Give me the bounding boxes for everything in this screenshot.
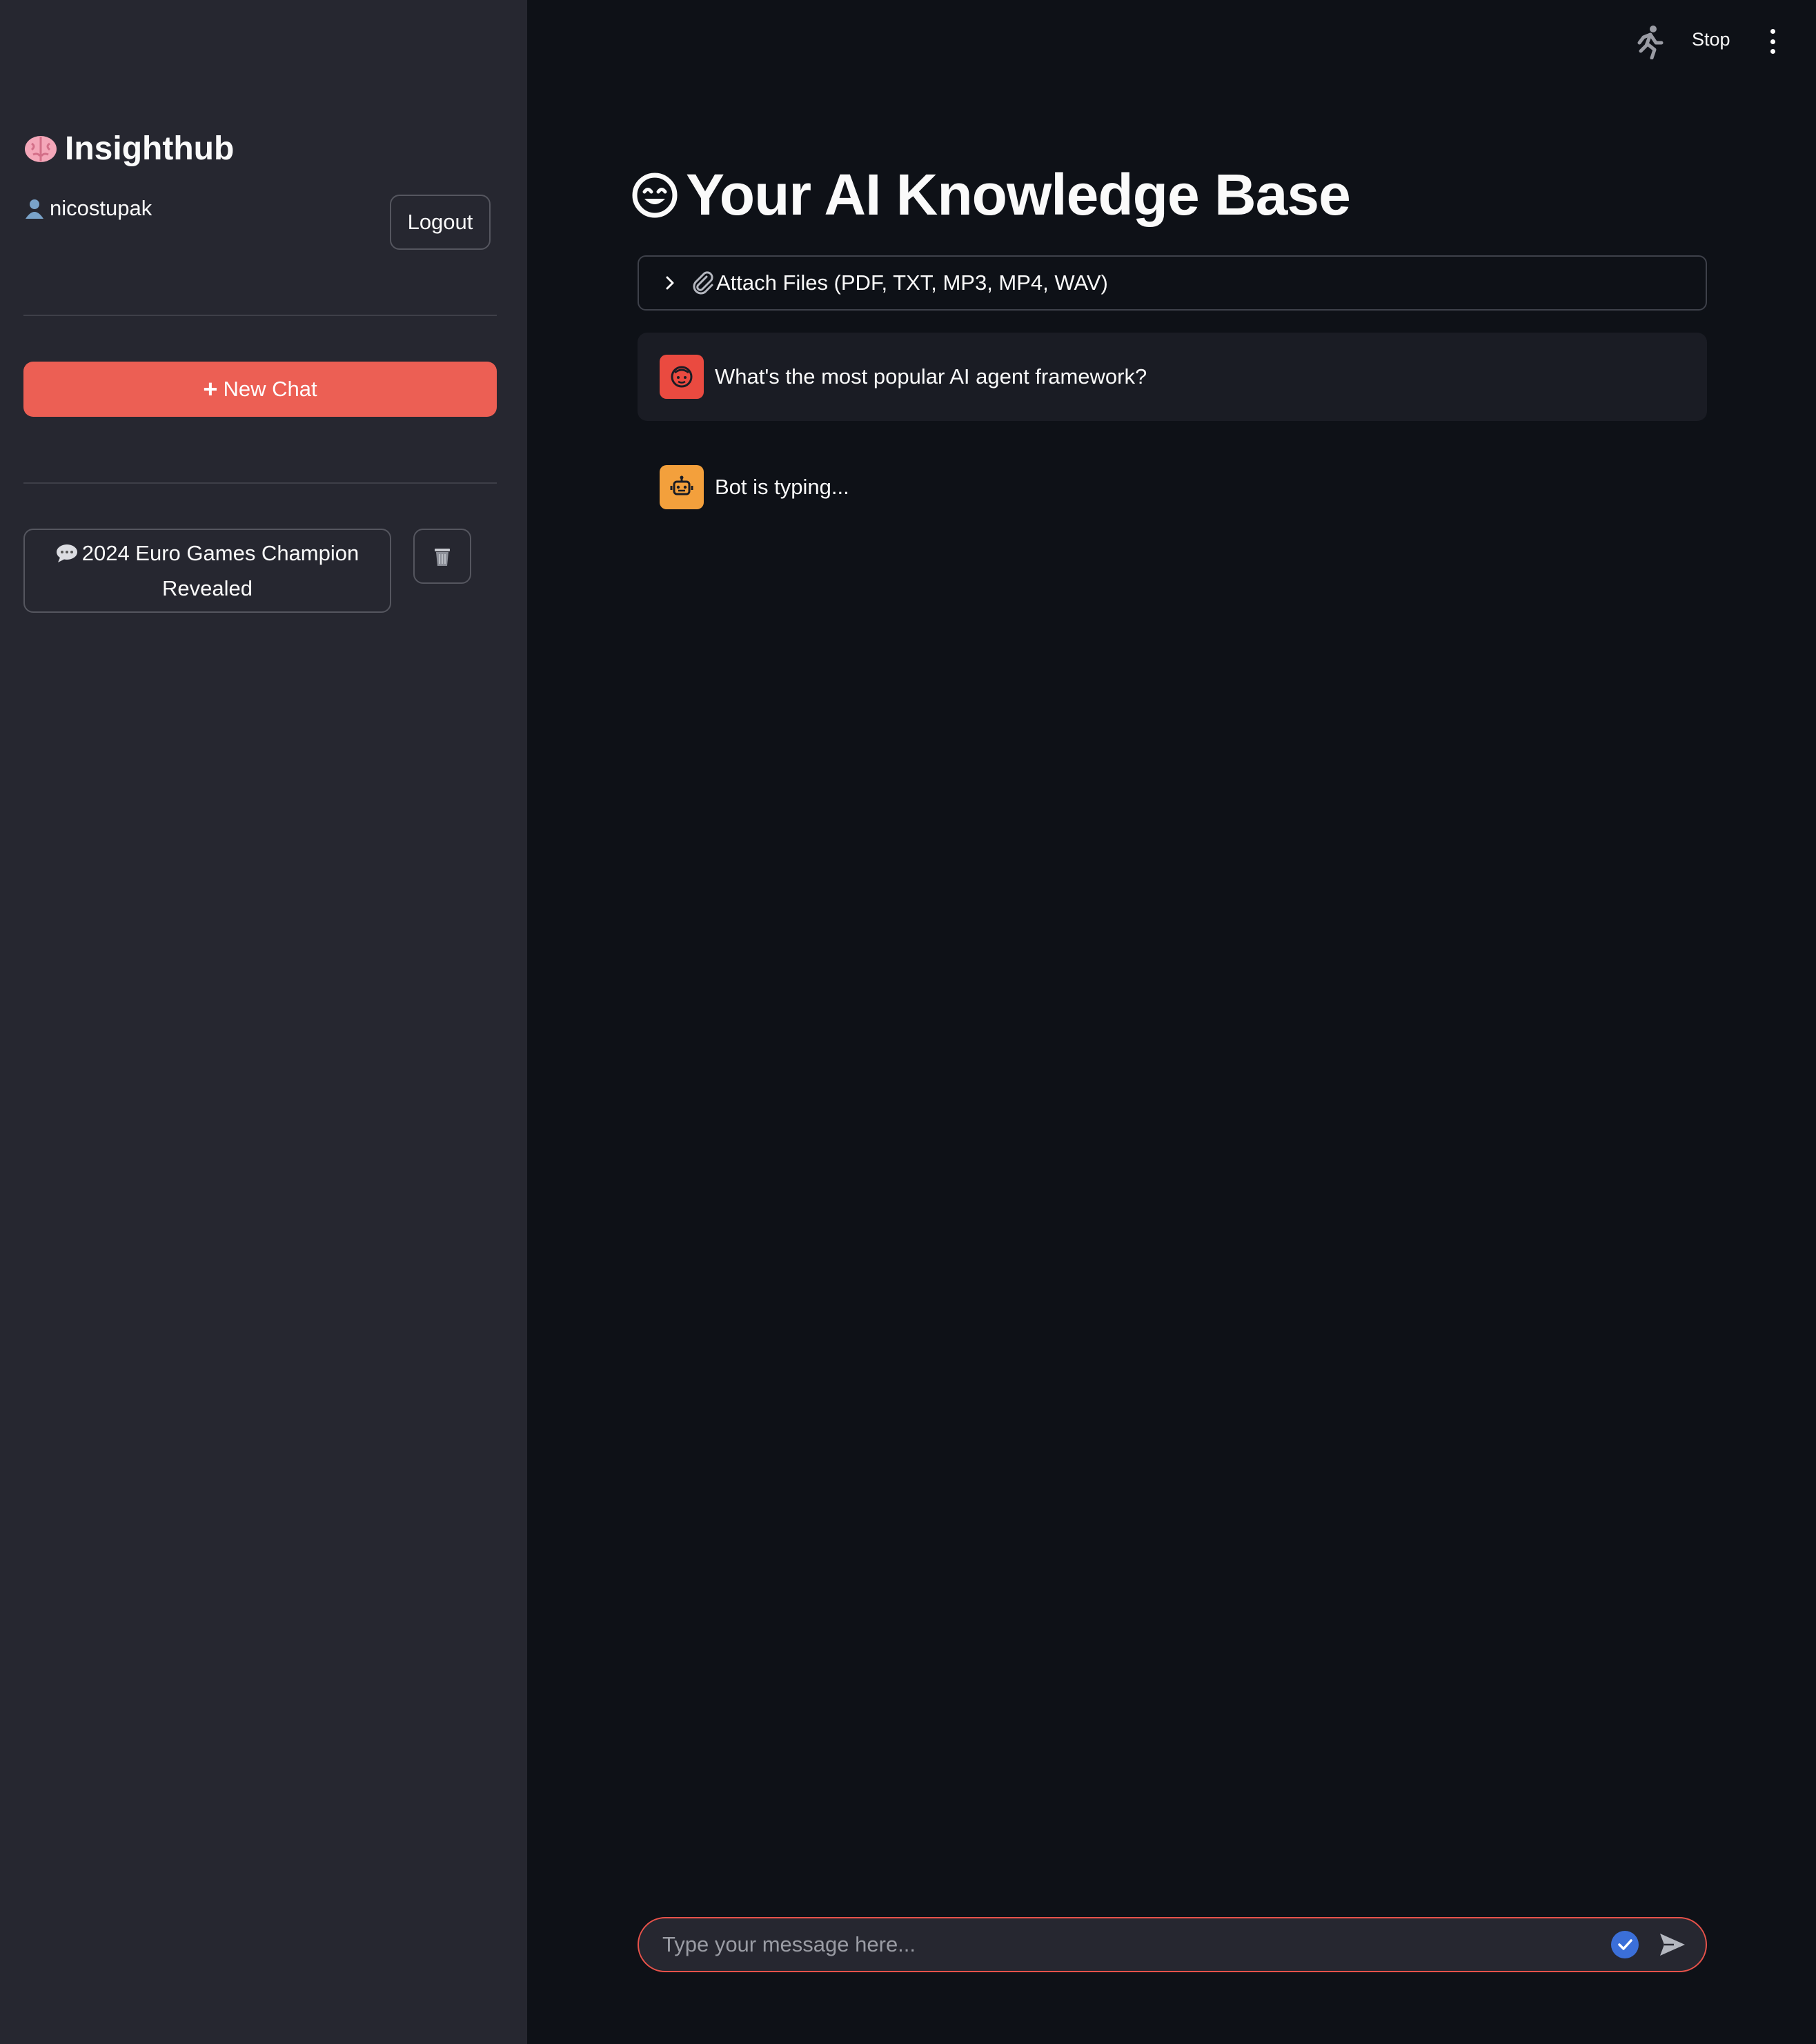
menu-dot bbox=[1770, 39, 1775, 44]
bot-avatar bbox=[660, 465, 704, 509]
plus-icon: + bbox=[203, 375, 218, 403]
page-title-text: Your AI Knowledge Base bbox=[686, 162, 1351, 227]
send-icon[interactable] bbox=[1659, 1932, 1686, 1957]
stop-button[interactable]: Stop bbox=[1692, 29, 1730, 50]
chat-input-bar bbox=[638, 1917, 1707, 1972]
main-menu-button[interactable] bbox=[1764, 29, 1782, 54]
chat-history-item[interactable]: 2024 Euro Games Champion Revealed bbox=[23, 529, 391, 613]
page-title: Your AI Knowledge Base bbox=[632, 161, 1351, 228]
bot-message-text: Bot is typing... bbox=[715, 475, 849, 499]
logout-button[interactable]: Logout bbox=[390, 195, 491, 250]
sidebar-divider bbox=[23, 315, 497, 316]
chevron-right-icon bbox=[666, 276, 674, 290]
menu-dot bbox=[1770, 49, 1775, 54]
delete-chat-button[interactable] bbox=[413, 529, 471, 584]
menu-dot bbox=[1770, 29, 1775, 34]
attach-files-expander[interactable]: Attach Files (PDF, TXT, MP3, MP4, WAV) bbox=[638, 255, 1707, 311]
sidebar: Insighthub nicostupak Logout + New Chat … bbox=[0, 0, 527, 2044]
sidebar-divider bbox=[23, 482, 497, 484]
brain-icon bbox=[25, 135, 57, 162]
chat-message-assistant: Bot is typing... bbox=[638, 443, 1707, 531]
new-chat-button[interactable]: + New Chat bbox=[23, 362, 497, 417]
chat-message-user: What's the most popular AI agent framewo… bbox=[638, 333, 1707, 421]
username: nicostupak bbox=[50, 196, 152, 220]
brand-title: Insighthub bbox=[65, 130, 235, 167]
user-face-icon bbox=[671, 366, 693, 388]
robot-icon bbox=[670, 475, 693, 495]
new-chat-label: New Chat bbox=[223, 377, 317, 401]
user-message-text: What's the most popular AI agent framewo… bbox=[715, 364, 1147, 389]
chat-title-line2: Revealed bbox=[162, 576, 253, 600]
smiling-face-icon bbox=[632, 173, 678, 217]
chat-title-line1: 2024 Euro Games Champion bbox=[81, 541, 359, 565]
user-avatar bbox=[660, 355, 704, 399]
speech-bubble-icon bbox=[56, 544, 77, 562]
trash-icon bbox=[435, 549, 450, 566]
paperclip-icon bbox=[693, 271, 713, 295]
check-badge-icon bbox=[1611, 1931, 1639, 1958]
user-icon bbox=[26, 199, 43, 219]
running-status-icon bbox=[1637, 26, 1664, 59]
attach-files-label: Attach Files (PDF, TXT, MP3, MP4, WAV) bbox=[716, 271, 1108, 295]
app-brand: Insighthub bbox=[23, 130, 234, 168]
current-user: nicostupak bbox=[23, 196, 152, 221]
message-input[interactable] bbox=[661, 1932, 1610, 1958]
